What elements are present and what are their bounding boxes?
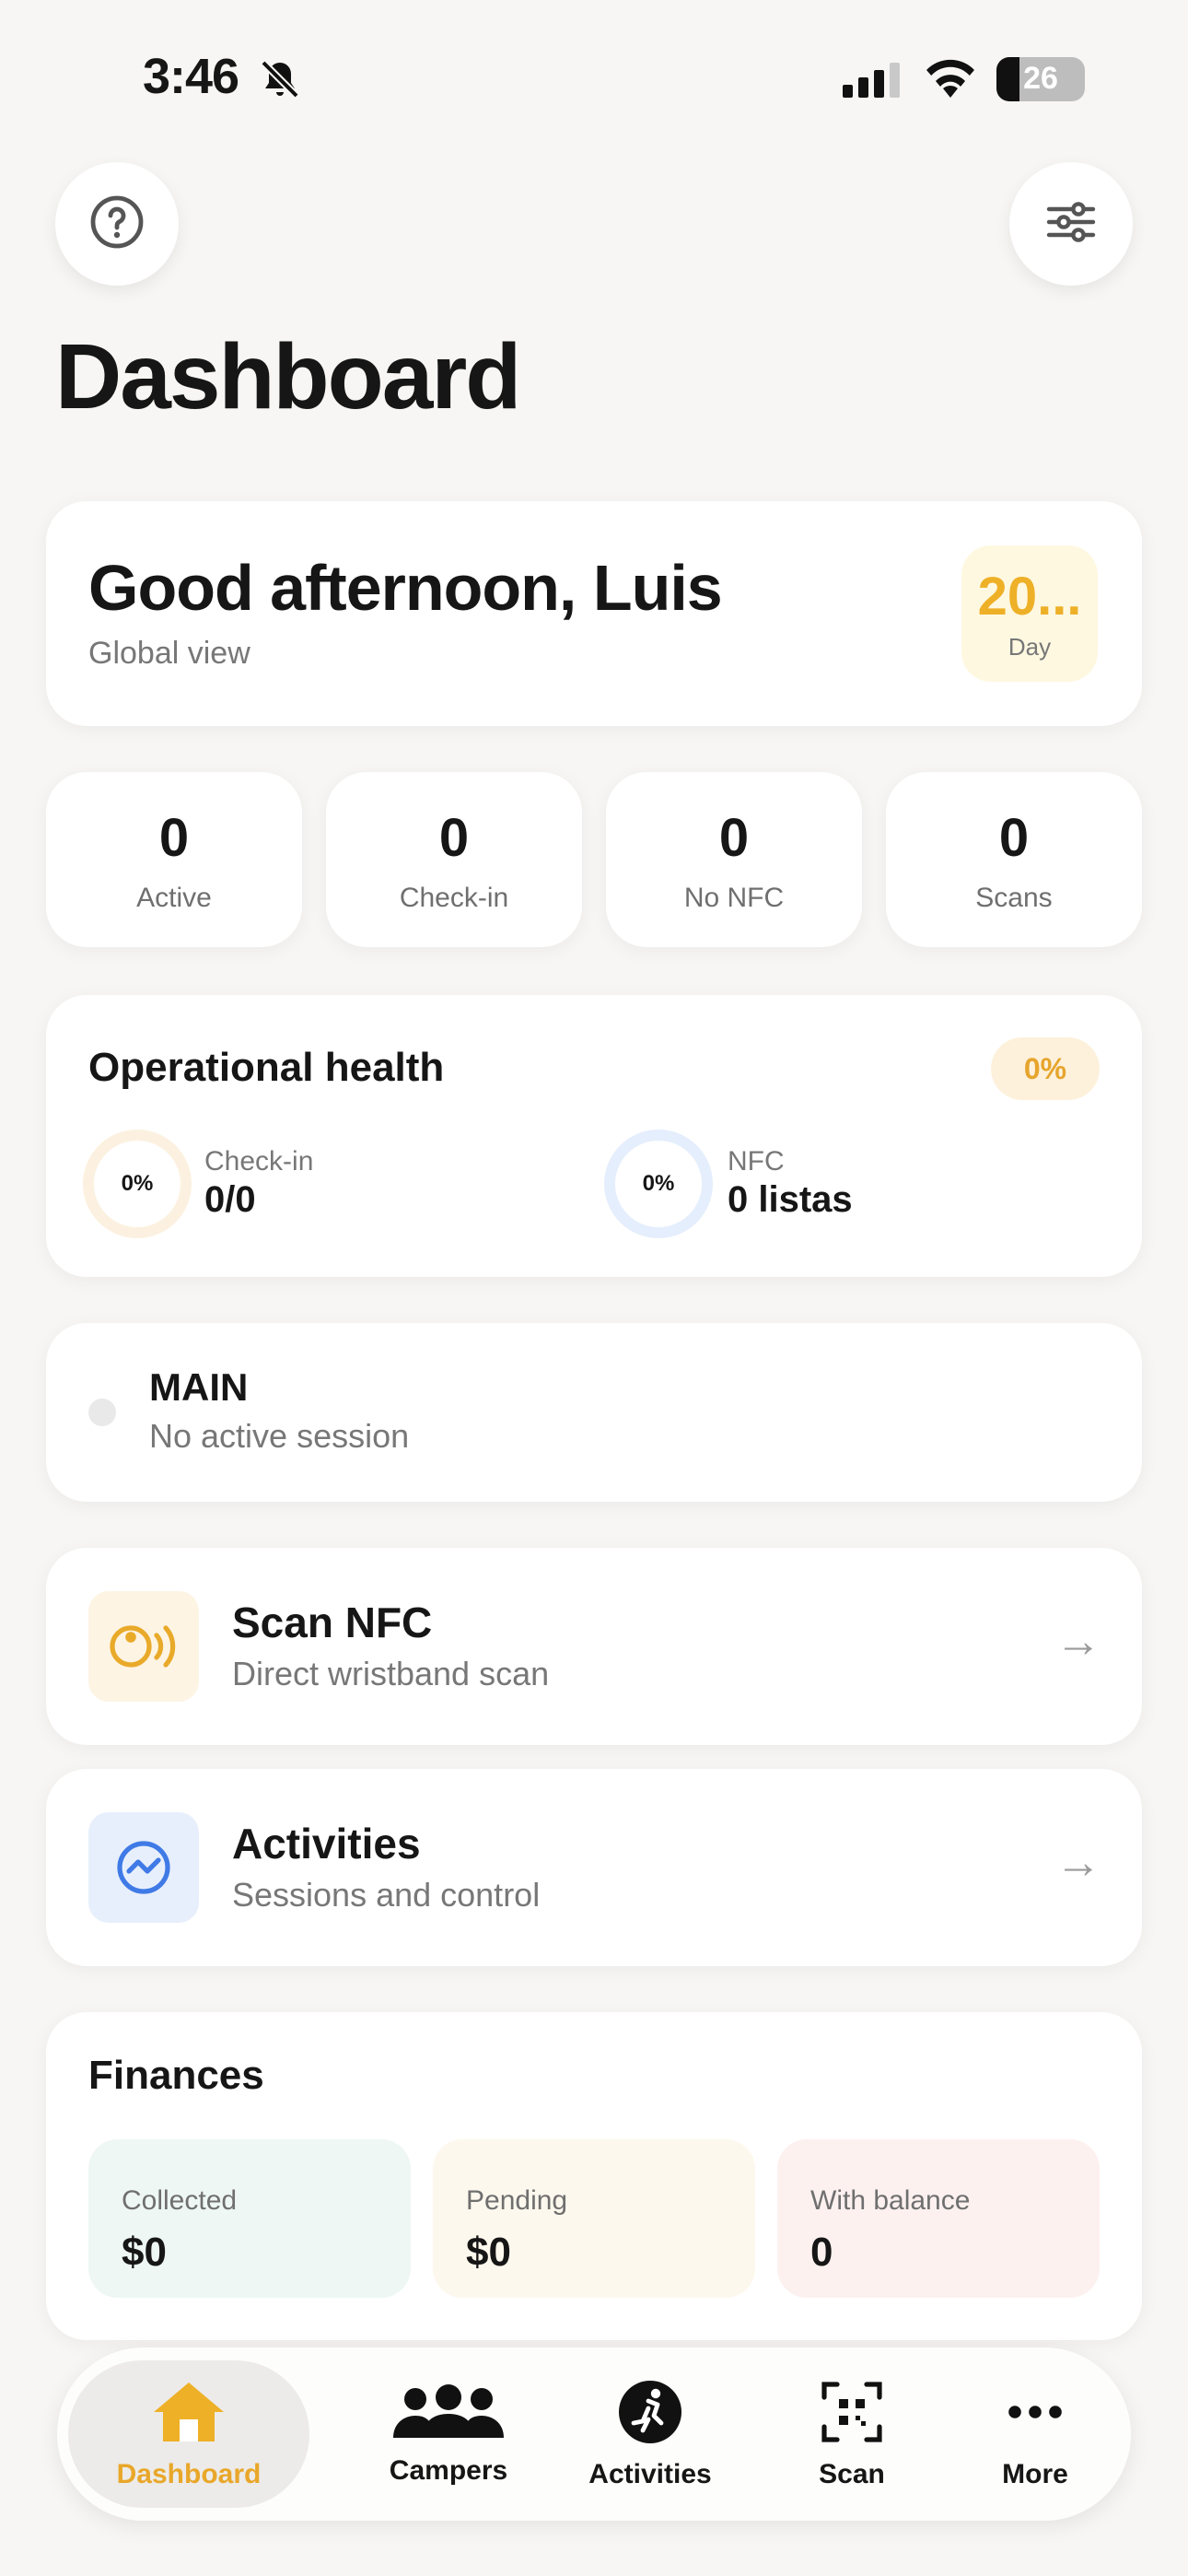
- collected-label: Collected: [122, 2185, 238, 2216]
- stat-checkin[interactable]: 0 Check-in: [326, 772, 582, 947]
- arrow-right-icon: →: [1055, 1615, 1101, 1667]
- session-title: MAIN: [149, 1365, 249, 1409]
- battery-level: 26: [1023, 61, 1058, 96]
- pending-tile[interactable]: Pending $0: [433, 2139, 755, 2298]
- pending-value: $0: [466, 2230, 511, 2275]
- tab-scan[interactable]: Scan: [751, 2348, 953, 2521]
- checkin-value: 0/0: [204, 1179, 256, 1220]
- stat-label: No NFC: [683, 883, 785, 913]
- activity-icon: [88, 1812, 199, 1923]
- stat-value: 0: [998, 808, 1030, 868]
- operational-health-card: Operational health 0% 0% Check-in 0/0 0%…: [46, 995, 1142, 1277]
- balance-label: With balance: [810, 2185, 971, 2216]
- tab-activities[interactable]: Activities: [549, 2348, 751, 2521]
- activities-subtitle: Sessions and control: [232, 1876, 541, 1914]
- scan-nfc-subtitle: Direct wristband scan: [232, 1655, 550, 1692]
- day-value: 20...: [977, 567, 1082, 626]
- finances-card: Finances Collected $0 Pending $0 With ba…: [46, 2012, 1142, 2340]
- tab-label: Scan: [819, 2458, 885, 2489]
- battery-nub: [1079, 71, 1085, 88]
- nfc-progress-ring: 0%: [604, 1130, 713, 1238]
- tab-campers[interactable]: Campers: [347, 2348, 550, 2521]
- day-label: Day: [1007, 633, 1052, 661]
- greeting-card: Good afternoon, Luis Global view 20... D…: [46, 501, 1142, 726]
- balance-value: 0: [810, 2230, 833, 2275]
- scan-nfc-title: Scan NFC: [232, 1598, 433, 1646]
- status-time: 3:46: [143, 49, 239, 104]
- tab-more[interactable]: More: [952, 2348, 1118, 2521]
- tab-dashboard[interactable]: Dashboard: [68, 2360, 309, 2508]
- stat-no-nfc[interactable]: 0 No NFC: [606, 772, 862, 947]
- nfc-label: NFC: [728, 1146, 785, 1177]
- battery-icon: 26: [996, 57, 1085, 101]
- session-card[interactable]: MAIN No active session: [46, 1323, 1142, 1502]
- nfc-icon: [88, 1591, 199, 1702]
- stat-label: Scans: [975, 883, 1053, 913]
- session-status-dot: [88, 1399, 116, 1426]
- greeting-title: Good afternoon, Luis: [88, 552, 723, 624]
- qr-icon: [819, 2379, 885, 2450]
- tab-label: Campers: [389, 2454, 508, 2486]
- stat-active[interactable]: 0 Active: [46, 772, 302, 947]
- day-badge: 20... Day: [961, 545, 1098, 682]
- scan-nfc-card[interactable]: Scan NFC Direct wristband scan →: [46, 1548, 1142, 1745]
- tab-bar: Dashboard Campers Activities Scan More: [57, 2348, 1131, 2521]
- tab-label: Activities: [588, 2458, 712, 2489]
- sliders-icon: [1042, 193, 1101, 256]
- people-icon: [390, 2383, 507, 2446]
- health-title: Operational health: [88, 1045, 445, 1090]
- silent-bell-icon: [258, 57, 302, 106]
- session-subtitle: No active session: [149, 1417, 410, 1455]
- home-icon: [150, 2379, 227, 2450]
- arrow-right-icon: →: [1055, 1836, 1101, 1888]
- tab-label: Dashboard: [116, 2458, 262, 2489]
- pending-label: Pending: [466, 2185, 568, 2216]
- filter-button[interactable]: [1009, 162, 1133, 286]
- health-percent-badge: 0%: [991, 1037, 1100, 1100]
- balance-tile[interactable]: With balance 0: [777, 2139, 1100, 2298]
- stat-value: 0: [158, 808, 190, 868]
- collected-tile[interactable]: Collected $0: [88, 2139, 411, 2298]
- page-title: Dashboard: [55, 325, 521, 428]
- finances-title: Finances: [88, 2053, 264, 2098]
- more-icon: [1002, 2379, 1068, 2450]
- help-icon: [87, 193, 146, 256]
- activities-title: Activities: [232, 1820, 421, 1868]
- stat-value: 0: [438, 808, 470, 868]
- stat-label: Check-in: [399, 883, 509, 913]
- running-icon: [617, 2379, 683, 2450]
- activities-card[interactable]: Activities Sessions and control →: [46, 1769, 1142, 1966]
- stat-label: Active: [136, 883, 212, 913]
- tab-label: More: [1002, 2458, 1068, 2489]
- greeting-subtitle: Global view: [88, 636, 250, 671]
- wifi-icon: [921, 55, 980, 102]
- checkin-progress-ring: 0%: [83, 1130, 192, 1238]
- help-button[interactable]: [55, 162, 179, 286]
- nfc-value: 0 listas: [728, 1179, 853, 1220]
- collected-value: $0: [122, 2230, 167, 2275]
- stat-scans[interactable]: 0 Scans: [886, 772, 1142, 947]
- cellular-signal-icon: [843, 63, 900, 98]
- stat-value: 0: [718, 808, 750, 868]
- checkin-label: Check-in: [204, 1146, 314, 1177]
